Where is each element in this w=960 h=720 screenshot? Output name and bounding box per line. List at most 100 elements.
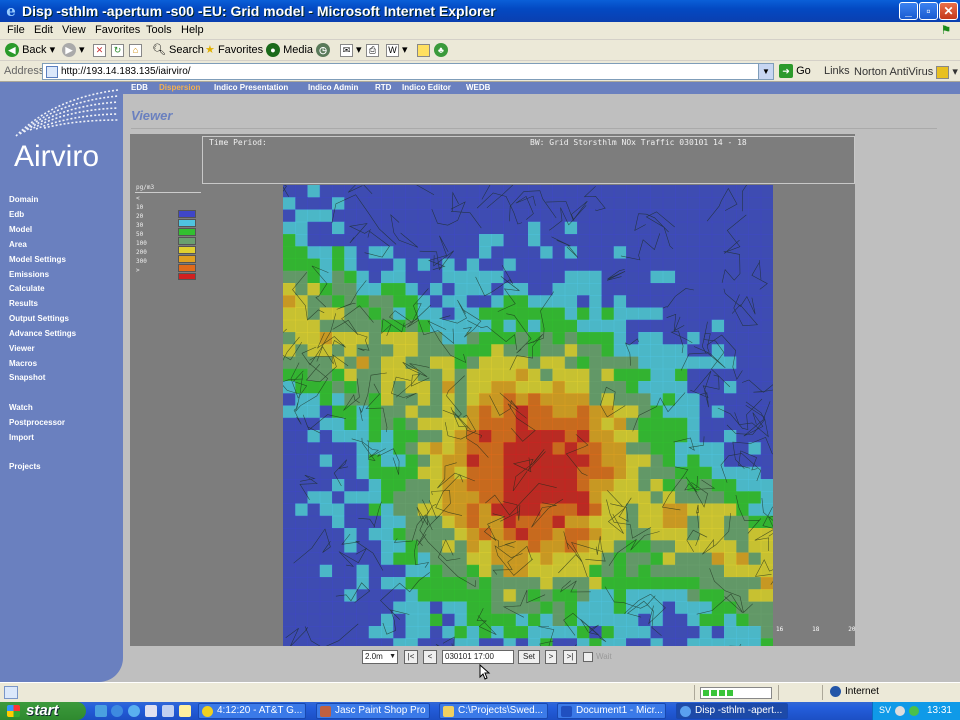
sidebar-item-snapshot[interactable]: Snapshot xyxy=(9,373,45,382)
nav-wedb[interactable]: WEDB xyxy=(466,83,490,92)
address-bar: Address http://193.14.183.135/iairviro/ … xyxy=(0,61,960,82)
sidebar-item-domain[interactable]: Domain xyxy=(9,195,38,204)
sidebar-item-watch[interactable]: Watch xyxy=(9,403,33,412)
last-button[interactable]: >| xyxy=(563,650,577,664)
forward-arrow-icon: ▶ xyxy=(62,43,76,58)
ie-icon xyxy=(680,706,691,717)
messenger-button[interactable]: ♣ xyxy=(434,42,448,59)
datetime-input[interactable]: 030101 17:00 xyxy=(442,650,514,664)
quicklaunch-icon[interactable] xyxy=(145,705,157,717)
task-internet-explorer[interactable]: Disp -sthlm -apert... xyxy=(676,703,788,719)
set-button[interactable]: Set xyxy=(518,650,540,664)
legend-label: 20 xyxy=(136,213,144,220)
favorites-label: Favorites xyxy=(217,44,264,56)
links-button[interactable]: Links xyxy=(824,65,850,77)
go-button[interactable]: ➜ Go xyxy=(779,64,811,78)
menu-tools[interactable]: Tools xyxy=(146,24,172,36)
language-indicator[interactable]: SV xyxy=(879,705,891,715)
messenger-icon: ♣ xyxy=(434,43,448,58)
legend-swatch xyxy=(178,210,196,218)
sidebar-item-projects[interactable]: Projects xyxy=(9,462,41,471)
back-button[interactable]: ◀ Back ▾ xyxy=(5,42,55,59)
history-button[interactable]: ◷ xyxy=(316,42,330,59)
nav-rtd[interactable]: RTD xyxy=(375,83,391,92)
norton-antivirus-button[interactable]: Norton AntiVirus ▾ xyxy=(854,65,958,79)
edit-button[interactable]: W ▾ xyxy=(386,42,408,59)
sidebar-item-emissions[interactable]: Emissions xyxy=(9,270,49,279)
sidebar-item-postprocessor[interactable]: Postprocessor xyxy=(9,418,65,427)
legend-label: 10 xyxy=(136,204,144,211)
star-icon: ★ xyxy=(205,44,215,56)
dispersion-map[interactable] xyxy=(260,135,813,686)
nav-indico-editor[interactable]: Indico Editor xyxy=(402,83,451,92)
wait-checkbox[interactable] xyxy=(583,652,593,662)
nav-indico-admin[interactable]: Indico Admin xyxy=(308,83,358,92)
sidebar-item-advance-settings[interactable]: Advance Settings xyxy=(9,329,76,338)
task-word-document[interactable]: Document1 - Micr... xyxy=(557,703,666,719)
nav-dispersion[interactable]: Dispersion xyxy=(159,83,200,92)
mail-button[interactable]: ✉ ▾ xyxy=(340,42,362,59)
tray-icon[interactable] xyxy=(909,706,919,716)
quicklaunch-icon[interactable] xyxy=(179,705,191,717)
sidebar-item-model-settings[interactable]: Model Settings xyxy=(9,255,66,264)
word-icon xyxy=(561,706,572,717)
refresh-button[interactable]: ↻ xyxy=(111,42,124,59)
task-label: Jasc Paint Shop Pro xyxy=(335,705,426,716)
security-zone: Internet xyxy=(830,686,879,697)
legend-label: 200 xyxy=(136,249,147,256)
discuss-icon xyxy=(417,43,430,57)
menu-file[interactable]: File xyxy=(7,24,25,36)
sidebar-item-viewer[interactable]: Viewer xyxy=(9,344,35,353)
task-explorer-folder[interactable]: C:\Projects\Swed... xyxy=(439,703,548,719)
sidebar-item-area[interactable]: Area xyxy=(9,240,27,249)
search-label: Search xyxy=(169,44,204,56)
show-desktop-icon[interactable] xyxy=(95,705,107,717)
address-input[interactable]: http://193.14.183.135/iairviro/ ▼ xyxy=(42,63,774,80)
outlook-quicklaunch-icon[interactable] xyxy=(128,705,140,717)
ie-quicklaunch-icon[interactable] xyxy=(111,705,123,717)
status-divider xyxy=(822,685,823,700)
search-button[interactable]: 🔍︎ Search xyxy=(152,42,204,59)
task-att-globe[interactable]: 4:12:20 - AT&T G... xyxy=(198,703,306,719)
favorites-button[interactable]: ★ Favorites xyxy=(205,42,263,59)
address-dropdown-icon[interactable]: ▼ xyxy=(758,64,773,79)
time-step-select[interactable]: 2.0m ▼ xyxy=(362,650,398,664)
title-bar[interactable]: e Disp -sthlm -apertum -s00 -EU: Grid mo… xyxy=(0,0,960,22)
sidebar-item-model[interactable]: Model xyxy=(9,225,32,234)
maximize-button[interactable]: ▫ xyxy=(919,2,938,20)
legend-swatch xyxy=(178,264,196,272)
task-label: C:\Projects\Swed... xyxy=(458,705,544,716)
close-button[interactable]: ✕ xyxy=(939,2,958,20)
first-button[interactable]: |< xyxy=(404,650,418,664)
system-tray: SV 13:31 xyxy=(872,702,960,720)
sidebar-item-import[interactable]: Import xyxy=(9,433,34,442)
tray-icon[interactable] xyxy=(895,706,905,716)
prev-button[interactable]: < xyxy=(423,650,437,664)
menu-edit[interactable]: Edit xyxy=(34,24,53,36)
start-button[interactable]: start xyxy=(0,702,86,720)
menu-help[interactable]: Help xyxy=(181,24,204,36)
task-paint-shop-pro[interactable]: Jasc Paint Shop Pro xyxy=(316,703,430,719)
sidebar-item-edb[interactable]: Edb xyxy=(9,210,24,219)
discuss-button[interactable] xyxy=(417,42,430,59)
sidebar-item-macros[interactable]: Macros xyxy=(9,359,37,368)
address-label: Address xyxy=(4,65,45,77)
nav-edb[interactable]: EDB xyxy=(131,83,148,92)
menu-view[interactable]: View xyxy=(62,24,86,36)
legend-divider xyxy=(135,192,201,193)
media-button[interactable]: ● Media xyxy=(266,42,313,59)
top-nav: EDB Dispersion Indico Presentation Indic… xyxy=(123,82,960,94)
home-button[interactable]: ⌂ xyxy=(129,42,142,59)
menu-favorites[interactable]: Favorites xyxy=(95,24,140,36)
forward-button[interactable]: ▶ ▾ xyxy=(62,42,85,59)
sidebar-item-results[interactable]: Results xyxy=(9,299,38,308)
quicklaunch-icon[interactable] xyxy=(162,705,174,717)
next-button[interactable]: > xyxy=(545,650,557,664)
print-button[interactable]: ⎙ xyxy=(366,42,379,59)
sidebar-item-calculate[interactable]: Calculate xyxy=(9,284,45,293)
minimize-button[interactable]: _ xyxy=(899,2,918,20)
stop-button[interactable]: ✕ xyxy=(93,42,106,59)
wait-label: Wait xyxy=(596,652,612,661)
sidebar-item-output-settings[interactable]: Output Settings xyxy=(9,314,69,323)
nav-indico-presentation[interactable]: Indico Presentation xyxy=(214,83,288,92)
